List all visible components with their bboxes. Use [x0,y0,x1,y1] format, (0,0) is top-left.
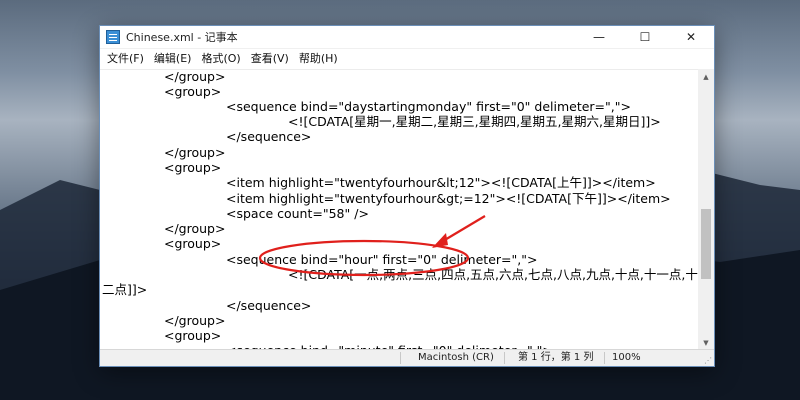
title-bar[interactable]: Chinese.xml - 记事本 — ☐ ✕ [100,26,714,49]
maximize-button[interactable]: ☐ [622,26,668,48]
status-divider [604,352,605,364]
text-editor-area[interactable]: </group> <group> <sequence bind="daystar… [100,69,698,351]
status-divider [400,352,401,364]
notepad-app-icon [106,30,120,44]
menu-edit[interactable]: 编辑(E) [149,49,197,69]
code-line: <item highlight="twentyfourhour&gt;=12">… [226,191,671,206]
code-line: </group> [164,221,226,236]
code-line: <sequence bind="daystartingmonday" first… [226,99,631,114]
menu-format[interactable]: 格式(O) [196,49,245,69]
code-line: </group> [164,69,226,84]
code-line: <group> [164,328,222,343]
code-line: </sequence> [226,298,312,313]
code-line: <group> [164,236,222,251]
scrollbar-thumb[interactable] [701,209,711,279]
code-line: <![CDATA[星期一,星期二,星期三,星期四,星期五,星期六,星期日]]> [288,114,661,129]
code-line: </group> [164,313,226,328]
window-title: Chinese.xml - 记事本 [126,31,238,44]
status-encoding: Macintosh (CR) [418,352,494,363]
menu-bar: 文件(F) 编辑(E) 格式(O) 查看(V) 帮助(H) [100,49,714,70]
status-bar: Macintosh (CR) 第 1 行，第 1 列 100% ⋰ [100,349,714,366]
code-line: 二点]]> [102,282,148,297]
status-divider [504,352,505,364]
status-zoom: 100% [612,352,641,363]
status-position: 第 1 行，第 1 列 [518,352,594,363]
code-line: <![CDATA[一点,两点,三点,四点,五点,六点,七点,八点,九点,十点,十… [288,267,698,282]
code-line: </sequence> [226,129,312,144]
code-line: <sequence bind="hour" first="0" delimete… [226,252,538,267]
resize-grip-icon[interactable]: ⋰ [704,356,712,365]
close-button[interactable]: ✕ [668,26,714,48]
code-line: </group> [164,145,226,160]
notepad-window: Chinese.xml - 记事本 — ☐ ✕ 文件(F) 编辑(E) 格式(O… [100,26,714,366]
code-line: <group> [164,84,222,99]
menu-file[interactable]: 文件(F) [102,49,149,69]
vertical-scrollbar[interactable]: ▲ ▼ [698,69,714,351]
code-line: <group> [164,160,222,175]
menu-view[interactable]: 查看(V) [246,49,294,69]
minimize-button[interactable]: — [576,26,622,48]
code-line: <space count="58" /> [226,206,369,221]
code-line: <item highlight="twentyfourhour&lt;12"><… [226,175,656,190]
scroll-up-arrow-icon[interactable]: ▲ [698,69,714,85]
menu-help[interactable]: 帮助(H) [294,49,343,69]
